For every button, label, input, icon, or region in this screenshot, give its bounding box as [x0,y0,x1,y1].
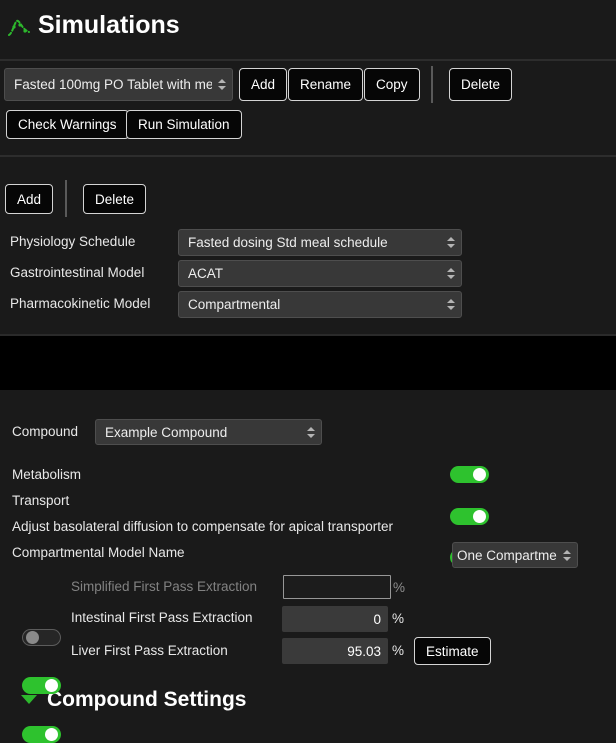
simulation-select-value: Fasted 100mg PO Tablet with meals [14,77,212,92]
collapse-triangle-icon[interactable] [21,695,37,704]
compound-select-value: Example Compound [105,425,301,440]
gastrointestinal-model-value: ACAT [188,266,441,281]
pharmacokinetic-model-label: Pharmacokinetic Model [10,296,150,312]
divider-toolbar [0,155,616,157]
delete-schedule-button[interactable]: Delete [83,184,146,214]
metabolism-label: Metabolism [12,467,81,483]
pharmacokinetic-model-value: Compartmental [188,297,441,312]
intestinal-fpe-input[interactable] [282,606,388,632]
simplified-fpe-toggle[interactable] [22,629,61,646]
toggle-knob [45,679,58,692]
liver-fpe-label: Liver First Pass Extraction [71,643,228,659]
copy-simulation-button[interactable]: Copy [364,68,420,101]
physiology-schedule-select[interactable]: Fasted dosing Std meal schedule [178,229,462,256]
transport-toggle[interactable] [450,508,489,525]
toggle-knob [473,510,486,523]
app-header: Simulations [0,0,616,59]
spinner-icon [447,268,455,279]
toolbar-separator [431,66,433,103]
pk-curve-icon [7,15,31,39]
metabolism-toggle[interactable] [450,466,489,483]
run-simulation-button[interactable]: Run Simulation [126,110,242,139]
transport-label: Transport [12,493,69,509]
liver-fpe-toggle[interactable] [22,726,61,743]
delete-simulation-button[interactable]: Delete [449,68,512,101]
estimate-button[interactable]: Estimate [414,637,491,665]
intestinal-fpe-label: Intestinal First Pass Extraction [71,610,253,626]
spinner-icon [447,299,455,310]
page-title: Simulations [38,11,180,40]
spinner-icon [307,427,315,438]
compartmental-model-name-label: Compartmental Model Name [12,545,185,561]
gastrointestinal-model-label: Gastrointestinal Model [10,265,144,281]
toggle-knob [45,728,58,741]
toggle-knob [473,468,486,481]
toggle-knob [26,631,39,644]
intestinal-fpe-unit: % [392,611,404,627]
schedule-separator [65,180,67,217]
add-simulation-button[interactable]: Add [239,68,287,101]
liver-fpe-input[interactable] [282,638,388,664]
intestinal-fpe-toggle[interactable] [22,677,61,694]
compound-select[interactable]: Example Compound [95,419,322,445]
simplified-fpe-label: Simplified First Pass Extraction [71,579,257,595]
compartmental-model-value: One Compartment [457,548,557,563]
compound-settings-title: Compound Settings [47,688,246,712]
gastrointestinal-model-select[interactable]: ACAT [178,260,462,287]
liver-fpe-unit: % [392,643,404,659]
physiology-schedule-label: Physiology Schedule [10,234,135,250]
physiology-schedule-value: Fasted dosing Std meal schedule [188,235,441,250]
simulation-select[interactable]: Fasted 100mg PO Tablet with meals [4,68,233,101]
basolateral-adjust-label: Adjust basolateral diffusion to compensa… [12,519,393,535]
simplified-fpe-input[interactable] [283,575,391,599]
rename-simulation-button[interactable]: Rename [288,68,363,101]
add-schedule-button[interactable]: Add [5,184,53,214]
spinner-icon [447,237,455,248]
simplified-fpe-unit: % [393,580,405,596]
compound-label: Compound [12,424,78,440]
compound-settings-header[interactable]: Compound Settings [0,336,616,390]
spinner-icon [218,79,226,90]
check-warnings-button[interactable]: Check Warnings [6,110,129,139]
pharmacokinetic-model-select[interactable]: Compartmental [178,291,462,318]
divider-top [0,59,616,61]
compartmental-model-select[interactable]: One Compartment [452,542,578,568]
spinner-icon [563,550,571,561]
